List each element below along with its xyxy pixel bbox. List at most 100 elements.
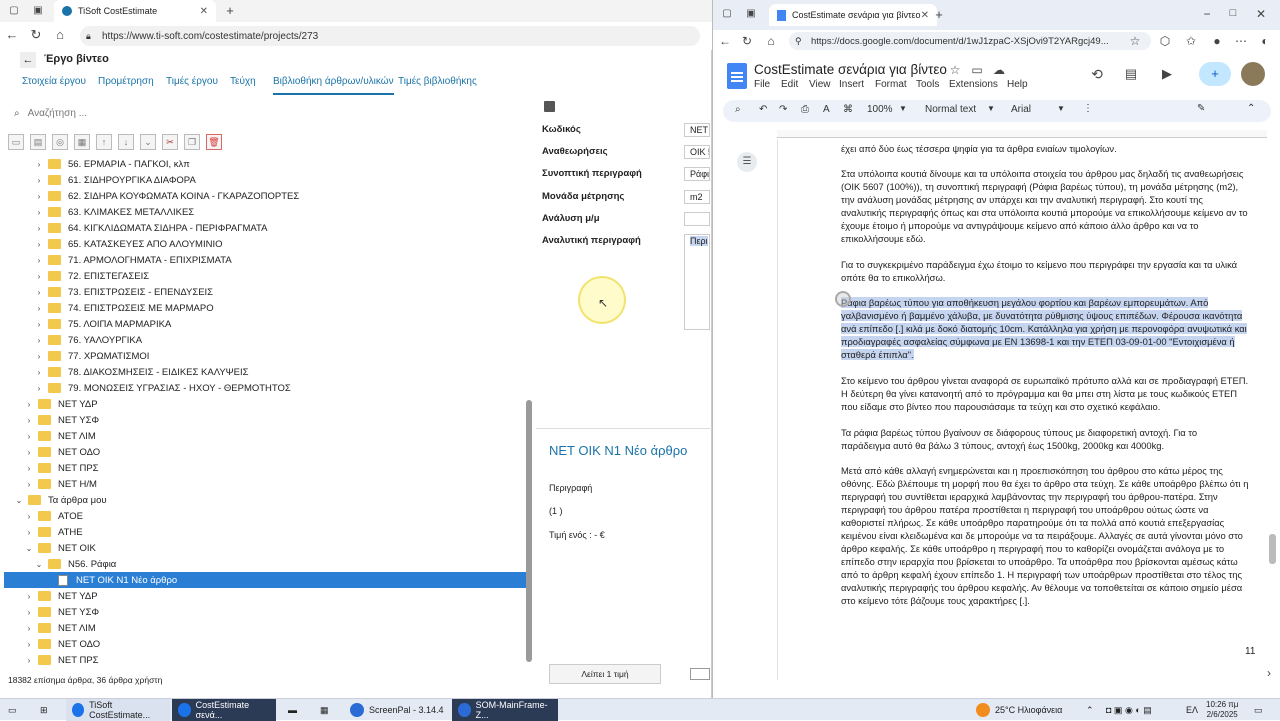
tab-actions-icon[interactable]: ▣ [30,3,46,19]
chevron-right-icon[interactable]: › [24,448,34,457]
chevron-right-icon[interactable]: › [24,592,34,601]
new-tab-icon[interactable]: + [222,3,238,19]
language-indicator[interactable]: ΕΛ [1186,699,1198,721]
chevron-down-icon[interactable]: ⌄ [24,544,34,553]
excel-icon[interactable]: ▦ [320,699,329,721]
move-up-icon[interactable]: ↑ [96,134,112,150]
avatar[interactable] [1241,62,1265,86]
tree-node[interactable]: › ΝΕΤ ΥΔΡ [24,588,98,604]
copilot-icon[interactable]: ◐ [1257,34,1273,48]
weather-widget[interactable]: 25°C Ηλιοφάνεια [976,699,1062,721]
start-icon[interactable]: ⊞ [40,699,48,721]
zoom-select[interactable]: 100% [867,104,893,115]
task-view-icon[interactable]: ▭ [8,699,17,721]
missing-price-button[interactable]: Λείπει 1 τιμή [549,664,661,684]
save-icon[interactable] [544,101,555,112]
chevron-down-icon[interactable]: ▼ [1057,104,1065,113]
menu-insert[interactable]: Insert [839,79,864,90]
delete-icon[interactable]: 🗑︎ [206,134,222,150]
tab-tisoft[interactable]: TiSoft CostEstimate ✕ [54,0,216,22]
app-tab-library-prices[interactable]: Τιμές βιβλιοθήκης [398,76,477,87]
tree-node[interactable]: › ΝΕΤ ΟΔΟ [24,444,101,460]
cut-icon[interactable]: ✂ [162,134,178,150]
tree-node[interactable]: › ΝΕΤ Η/Μ [24,476,97,492]
chevron-right-icon[interactable]: › [24,464,34,473]
chevron-right-icon[interactable]: › [24,400,34,409]
menu-extensions[interactable]: Extensions [949,79,998,90]
chevron-down-icon[interactable]: ▼ [987,104,995,113]
chevron-right-icon[interactable]: › [34,176,44,185]
tree-node[interactable]: › ΝΕΤ ΥΔΡ [24,396,98,412]
notifications-icon[interactable]: ▭ [1254,699,1263,721]
outline-icon[interactable]: ☰ [737,152,757,172]
tab-google-doc[interactable]: CostEstimate σενάρια για βίντεο ✕ [769,4,937,26]
new-tab-icon[interactable]: + [931,7,947,22]
chevron-right-icon[interactable]: › [34,288,44,297]
new-folder-icon[interactable]: ▭ [8,134,24,150]
home-icon[interactable]: ⌂ [763,34,779,48]
back-icon[interactable]: ← [4,27,20,43]
undo-icon[interactable]: ↶ [759,104,767,115]
tree-node[interactable]: › 75. ΛΟΙΠΑ ΜΑΡΜΑΡΙΚΑ [34,316,172,332]
home-icon[interactable]: ⌂ [52,27,68,43]
tree-node[interactable]: › ΑΤΟΕ [24,508,83,524]
tree-node[interactable]: › 56. ΕΡΜΑΡΙΑ - ΠΑΓΚΟΙ, κλπ [34,156,190,172]
close-tab-icon[interactable]: ✕ [200,6,208,17]
library-search[interactable]: ⌕ Αναζήτηση ... [14,104,514,122]
taskbar-costestimate[interactable]: CostEstimate σενά... [172,699,276,721]
tree-node[interactable]: › 76. ΥΑΛΟΥΡΓΙΚΑ [34,332,142,348]
chevron-right-icon[interactable]: › [34,384,44,393]
chevron-right-icon[interactable]: › [34,272,44,281]
chevron-right-icon[interactable]: › [34,240,44,249]
tree-scrollbar[interactable] [526,400,532,662]
paste-icon[interactable]: ❐ [184,134,200,150]
taskbar-tisoft[interactable]: TiSoft CostEstimate... [66,699,170,721]
app-tab-measurement[interactable]: Προμέτρηση [98,76,154,87]
tree-node[interactable]: › 62. ΣΙΔΗΡΑ ΚΟΥΦΩΜΑΤΑ ΚΟΙΝΑ - ΓΚΑΡΑΖΟΠΟΡ… [34,188,300,204]
copy-icon[interactable]: ◎ [52,134,68,150]
chevron-right-icon[interactable]: › [34,368,44,377]
more-icon[interactable]: ⋯ [1233,34,1249,48]
file-explorer-icon[interactable]: ▬ [288,699,297,721]
keyboard-icon[interactable] [690,668,710,680]
move-down-icon[interactable]: ↓ [118,134,134,150]
expand-icon[interactable]: ⌄ [140,134,156,150]
chevron-right-icon[interactable]: › [34,256,44,265]
print-icon[interactable]: ⎙ [801,104,809,115]
tree-node[interactable]: › 79. ΜΟΝΩΣΕΙΣ ΥΓΡΑΣΙΑΣ - ΗΧΟΥ - ΘΕΡΜΟΤΗΤ… [34,380,291,396]
tree-node[interactable]: › ΑΤΗΕ [24,524,83,540]
chevron-down-icon[interactable]: ⌄ [34,560,44,569]
extensions-icon[interactable]: ⬡ [1157,34,1173,48]
app-tab-booklets[interactable]: Τεύχη [230,76,256,87]
redo-icon[interactable]: ↷ [779,104,787,115]
tree-node[interactable]: › 74. ΕΠΙΣΤΡΩΣΕΙΣ ΜΕ ΜΑΡΜΑΡΟ [34,300,214,316]
chevron-right-icon[interactable]: › [24,624,34,633]
profile-icon[interactable]: ● [1209,34,1225,48]
style-select[interactable]: Normal text [925,104,976,115]
menu-file[interactable]: File [754,79,770,90]
code-field[interactable]: ΝΕΤ [684,123,710,137]
chevron-right-icon[interactable]: › [24,640,34,649]
chevron-right-icon[interactable]: › [34,304,44,313]
doc-scrollbar[interactable] [1269,534,1276,564]
chevron-right-icon[interactable]: › [24,432,34,441]
tree-node[interactable]: › ΝΕΤ ΠΡΣ [24,460,99,476]
close-tab-icon[interactable]: ✕ [921,10,929,21]
table-icon[interactable]: ▦ [74,134,90,150]
workspaces-icon[interactable]: ▢ [6,3,22,19]
history-icon[interactable]: ⟲ [1089,66,1105,83]
explore-icon[interactable]: › [1261,666,1277,680]
favorites-bar-icon[interactable]: ✩ [1183,34,1199,48]
chevron-right-icon[interactable]: › [24,656,34,665]
collapse-toolbar-icon[interactable]: ⌃ [1247,103,1255,114]
menu-edit[interactable]: Edit [781,79,798,90]
edit-mode-icon[interactable]: ✎ [1197,103,1205,114]
spellcheck-icon[interactable]: A [823,104,830,115]
tab-actions-icon[interactable]: ▣ [743,8,759,19]
paint-format-icon[interactable]: ⌘ [843,104,853,115]
chevron-down-icon[interactable]: ▼ [899,104,907,113]
tree-node[interactable]: ΝΕΤ ΟΙΚ Ν1 Νέο άρθρο [4,572,526,588]
chevron-right-icon[interactable]: › [24,528,34,537]
more-options-icon[interactable]: ⋮ [1083,103,1093,114]
chevron-right-icon[interactable]: › [34,224,44,233]
